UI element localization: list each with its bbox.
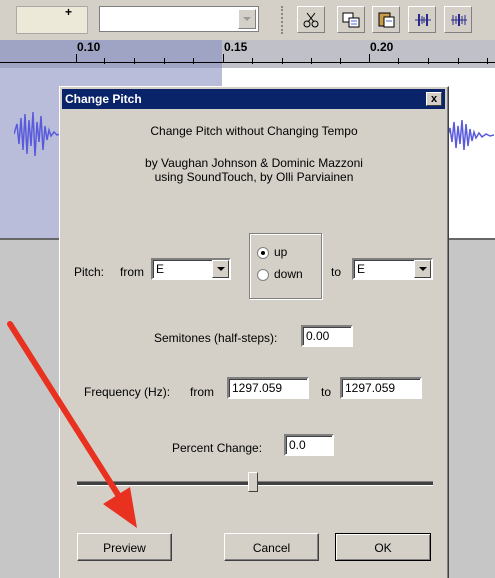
arrow-shaft bbox=[7, 321, 125, 504]
annotation-arrow bbox=[7, 321, 137, 528]
